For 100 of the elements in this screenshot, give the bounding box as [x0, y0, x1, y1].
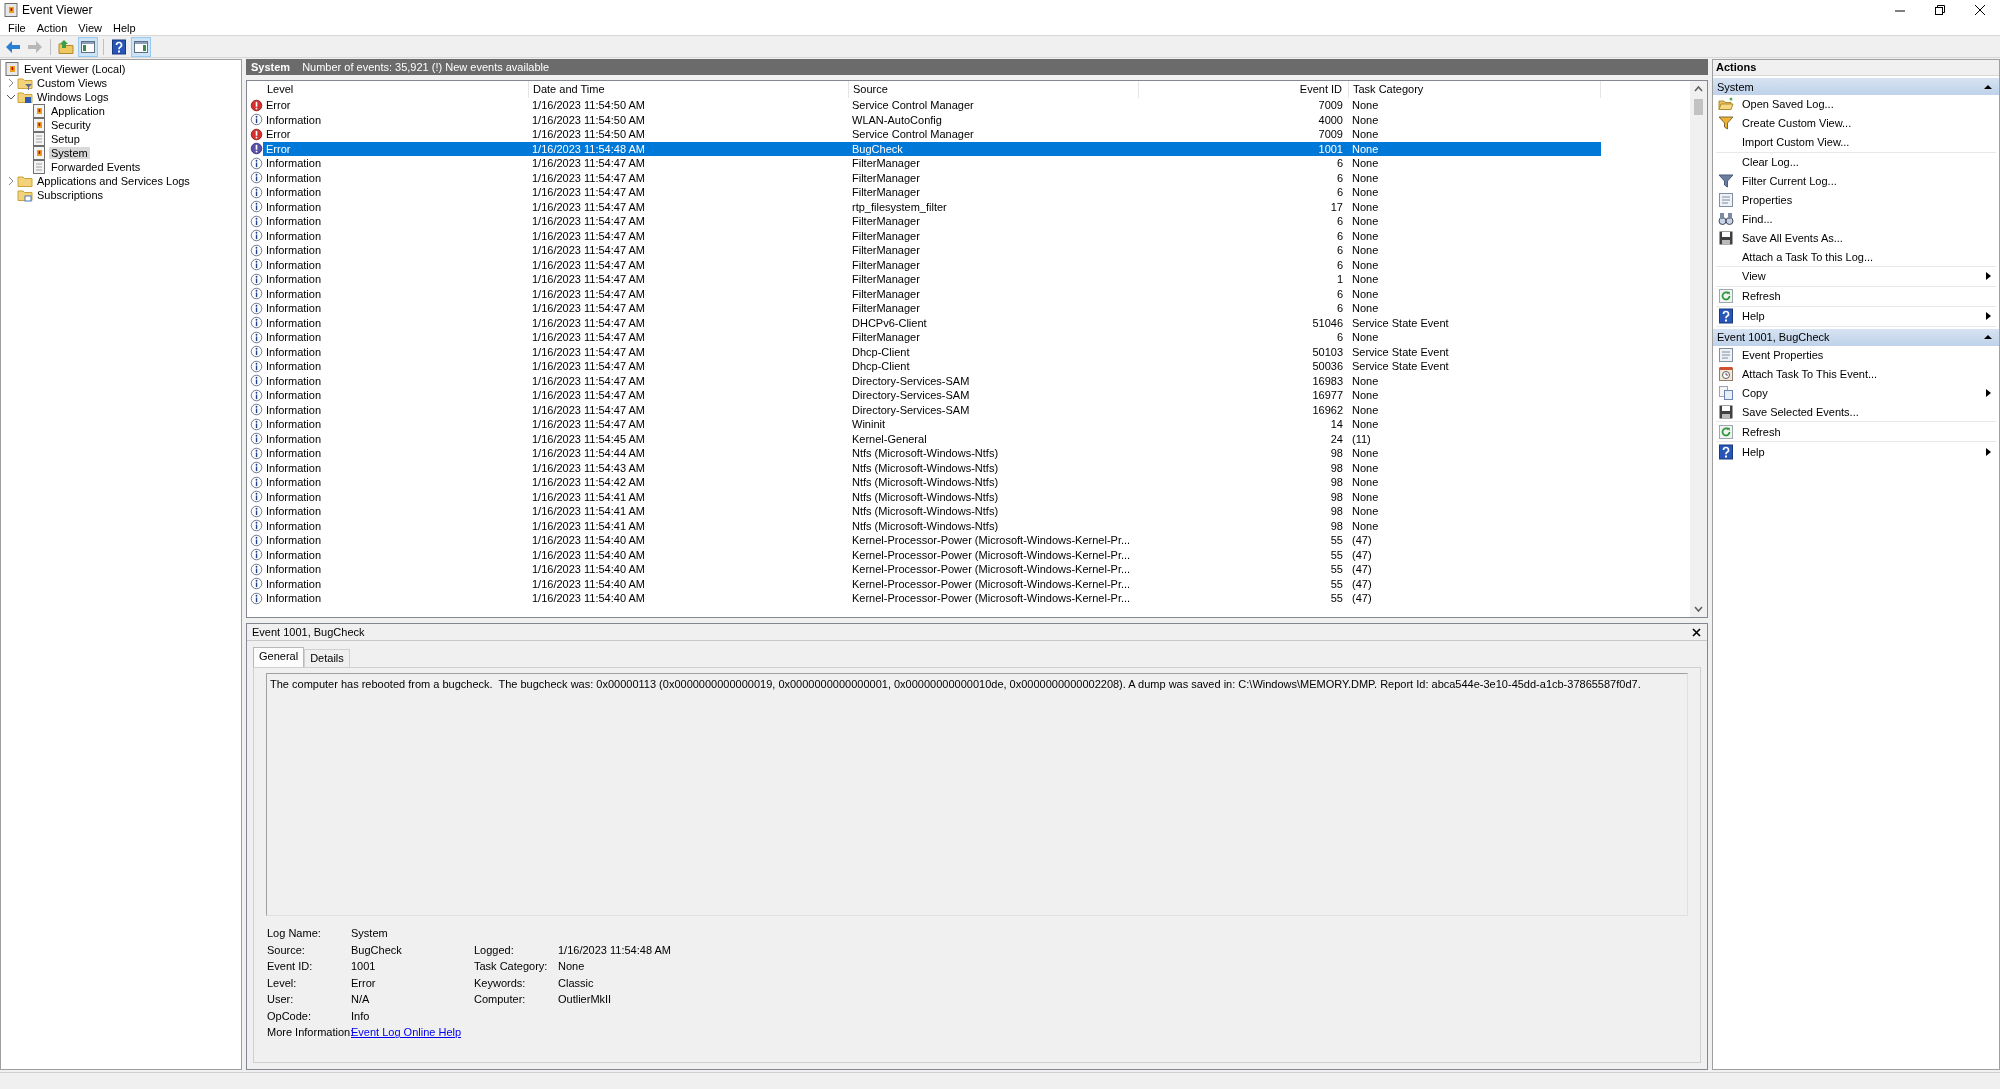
event-row[interactable]: Information 1/16/2023 11:54:47 AM Dhcp-Client 50103 Service State Event: [263, 344, 1601, 359]
column-header[interactable]: Level: [263, 81, 529, 98]
command-item[interactable]: Open Saved Log...: [1716, 95, 1996, 114]
event-row[interactable]: Information 1/16/2023 11:54:41 AM Ntfs (Microsoft-Windows-Ntfs) 98 None: [263, 504, 1601, 519]
tree-item[interactable]: Application: [49, 105, 107, 117]
event-row[interactable]: Information 1/16/2023 11:54:47 AM FilterManager 6 None: [263, 330, 1601, 345]
tree-item[interactable]: Windows Logs: [35, 91, 111, 103]
event-row[interactable]: Information 1/16/2023 11:54:47 AM Dhcp-Client 50036 Service State Event: [263, 359, 1601, 374]
section-header[interactable]: Event 1001, BugCheck: [1713, 328, 1999, 346]
command-item[interactable]: Attach a Task To this Log...: [1716, 247, 1996, 266]
command-item[interactable]: View: [1716, 267, 1996, 286]
column-header[interactable]: Date and Time: [529, 81, 849, 98]
command-item[interactable]: Clear Log...: [1716, 152, 1996, 172]
command-item[interactable]: Save Selected Events...: [1716, 402, 1996, 422]
tree-item[interactable]: Applications and Services Logs: [35, 175, 192, 187]
event-row[interactable]: Information 1/16/2023 11:54:47 AM FilterManager 6 None: [263, 156, 1601, 171]
table-cell-text: 55: [1329, 548, 1344, 561]
pane-icon[interactable]: [131, 36, 151, 57]
field-value: 1001: [351, 960, 377, 973]
collapse-icon[interactable]: [1983, 82, 1993, 91]
event-row[interactable]: Error 1/16/2023 11:54:50 AM Service Control Manager 7009 None: [263, 127, 1601, 142]
event-row[interactable]: Information 1/16/2023 11:54:50 AM WLAN-AutoConfig 4000 None: [263, 112, 1601, 127]
table-cell-text: 1/16/2023 11:54:47 AM: [531, 360, 646, 373]
info-icon: [250, 591, 263, 605]
log-icon: [31, 117, 47, 133]
tree-item[interactable]: System: [49, 147, 90, 159]
tree-item[interactable]: Forwarded Events: [49, 161, 143, 173]
event-row[interactable]: Information 1/16/2023 11:54:47 AM FilterManager 6 None: [263, 243, 1601, 258]
event-row[interactable]: Information 1/16/2023 11:54:47 AM FilterManager 6 None: [263, 170, 1601, 185]
tab[interactable]: General: [253, 647, 305, 667]
section-header[interactable]: System: [1713, 78, 1999, 95]
table-cell-text: Information: [265, 592, 323, 605]
command-item[interactable]: Attach Task To This Event...: [1716, 364, 1996, 384]
command-item[interactable]: Save All Events As...: [1716, 228, 1996, 248]
tree-item[interactable]: Setup: [49, 133, 82, 145]
event-row[interactable]: Information 1/16/2023 11:54:47 AM Directory-Services-SAM 16983 None: [263, 373, 1601, 388]
close-icon[interactable]: [1973, 3, 1987, 17]
close-icon[interactable]: [1692, 627, 1701, 637]
command-item[interactable]: Refresh: [1716, 422, 1996, 442]
menu-item[interactable]: View: [73, 21, 108, 34]
event-row[interactable]: Information 1/16/2023 11:54:47 AM FilterManager 6 None: [263, 257, 1601, 272]
help-icon[interactable]: [109, 36, 129, 57]
table-cell-text: 1/16/2023 11:54:47 AM: [531, 273, 646, 286]
command-item[interactable]: Event Properties: [1716, 345, 1996, 365]
command-item[interactable]: Help: [1716, 442, 1996, 462]
tree-item[interactable]: Security: [49, 119, 93, 131]
event-row[interactable]: Information 1/16/2023 11:54:40 AM Kernel-Processor-Power (Microsoft-Windows-Kernel-Pr... 55 (47): [263, 547, 1601, 562]
event-row[interactable]: Information 1/16/2023 11:54:41 AM Ntfs (Microsoft-Windows-Ntfs) 98 None: [263, 518, 1601, 533]
info-icon: [250, 577, 263, 591]
restore-icon[interactable]: [1933, 3, 1947, 17]
event-row[interactable]: Information 1/16/2023 11:54:47 AM FilterManager 6 None: [263, 185, 1601, 200]
section-title: Event 1001, BugCheck: [1717, 331, 1831, 344]
menu-item[interactable]: Help: [107, 21, 142, 34]
event-row[interactable]: Information 1/16/2023 11:54:42 AM Ntfs (Microsoft-Windows-Ntfs) 98 None: [263, 475, 1601, 490]
table-cell-text: 1/16/2023 11:54:47 AM: [531, 316, 646, 329]
collapse-icon[interactable]: [1983, 333, 1993, 342]
tree-item[interactable]: Event Viewer (Local): [22, 63, 128, 75]
event-row[interactable]: Error 1/16/2023 11:54:48 AM BugCheck 1001 None: [263, 141, 1601, 156]
event-row[interactable]: Information 1/16/2023 11:54:45 AM Kernel-General 24 (11): [263, 431, 1601, 446]
column-header[interactable]: Source: [849, 81, 1139, 98]
command-item[interactable]: Find...: [1716, 209, 1996, 229]
info-icon: [250, 229, 263, 243]
tree-item[interactable]: Subscriptions: [35, 189, 106, 201]
command-item[interactable]: Refresh: [1716, 286, 1996, 306]
event-row[interactable]: Information 1/16/2023 11:54:47 AM rtp_filesystem_filter 17 None: [263, 199, 1601, 214]
command-item[interactable]: Help: [1716, 306, 1996, 326]
table-cell-text: Information: [265, 577, 323, 590]
event-row[interactable]: Information 1/16/2023 11:54:47 AM DHCPv6-Client 51046 Service State Event: [263, 315, 1601, 330]
event-row[interactable]: Information 1/16/2023 11:54:44 AM Ntfs (Microsoft-Windows-Ntfs) 98 None: [263, 446, 1601, 461]
column-header[interactable]: Event ID: [1139, 81, 1349, 98]
table-cell-text: 55: [1329, 563, 1344, 576]
event-row[interactable]: Information 1/16/2023 11:54:47 AM Directory-Services-SAM 16977 None: [263, 388, 1601, 403]
event-row[interactable]: Information 1/16/2023 11:54:47 AM FilterManager 6 None: [263, 301, 1601, 316]
event-row[interactable]: Information 1/16/2023 11:54:40 AM Kernel-Processor-Power (Microsoft-Windows-Kernel-Pr... 55 (47): [263, 533, 1601, 548]
help-link[interactable]: Event Log Online Help: [351, 1026, 462, 1039]
event-row[interactable]: Information 1/16/2023 11:54:47 AM Directory-Services-SAM 16962 None: [263, 402, 1601, 417]
command-item[interactable]: Copy: [1716, 383, 1996, 403]
command-item[interactable]: Filter Current Log...: [1716, 171, 1996, 191]
pane-icon[interactable]: [78, 36, 98, 57]
event-row[interactable]: Information 1/16/2023 11:54:47 AM FilterManager 6 None: [263, 286, 1601, 301]
menu-item[interactable]: File: [3, 21, 32, 34]
event-row[interactable]: Information 1/16/2023 11:54:41 AM Ntfs (Microsoft-Windows-Ntfs) 98 None: [263, 489, 1601, 504]
event-row[interactable]: Information 1/16/2023 11:54:47 AM FilterManager 6 None: [263, 214, 1601, 229]
column-header[interactable]: Task Category: [1349, 81, 1601, 98]
event-row[interactable]: Information 1/16/2023 11:54:47 AM Wininit 14 None: [263, 417, 1601, 432]
table-cell-text: Information: [265, 505, 323, 518]
command-item[interactable]: Import Custom View...: [1716, 132, 1996, 152]
table-cell-text: 24: [1329, 432, 1344, 445]
event-row[interactable]: Information 1/16/2023 11:54:43 AM Ntfs (Microsoft-Windows-Ntfs) 98 None: [263, 460, 1601, 475]
menu-item[interactable]: Action: [31, 21, 74, 34]
event-row[interactable]: Information 1/16/2023 11:54:40 AM Kernel-Processor-Power (Microsoft-Windows-Kernel-Pr... 55 (47): [263, 591, 1601, 606]
tree-item[interactable]: Custom Views: [35, 77, 110, 89]
event-row[interactable]: Information 1/16/2023 11:54:47 AM FilterManager 6 None: [263, 228, 1601, 243]
tab[interactable]: Details: [304, 649, 350, 667]
command-item[interactable]: Properties: [1716, 190, 1996, 210]
command-item[interactable]: Create Custom View...: [1716, 113, 1996, 133]
event-row[interactable]: Information 1/16/2023 11:54:40 AM Kernel-Processor-Power (Microsoft-Windows-Kernel-Pr... 55 (47): [263, 562, 1601, 577]
event-row[interactable]: Error 1/16/2023 11:54:50 AM Service Control Manager 7009 None: [263, 98, 1601, 113]
event-row[interactable]: Information 1/16/2023 11:54:40 AM Kernel-Processor-Power (Microsoft-Windows-Kernel-Pr... 55 (47): [263, 576, 1601, 591]
event-row[interactable]: Information 1/16/2023 11:54:47 AM FilterManager 1 None: [263, 272, 1601, 287]
